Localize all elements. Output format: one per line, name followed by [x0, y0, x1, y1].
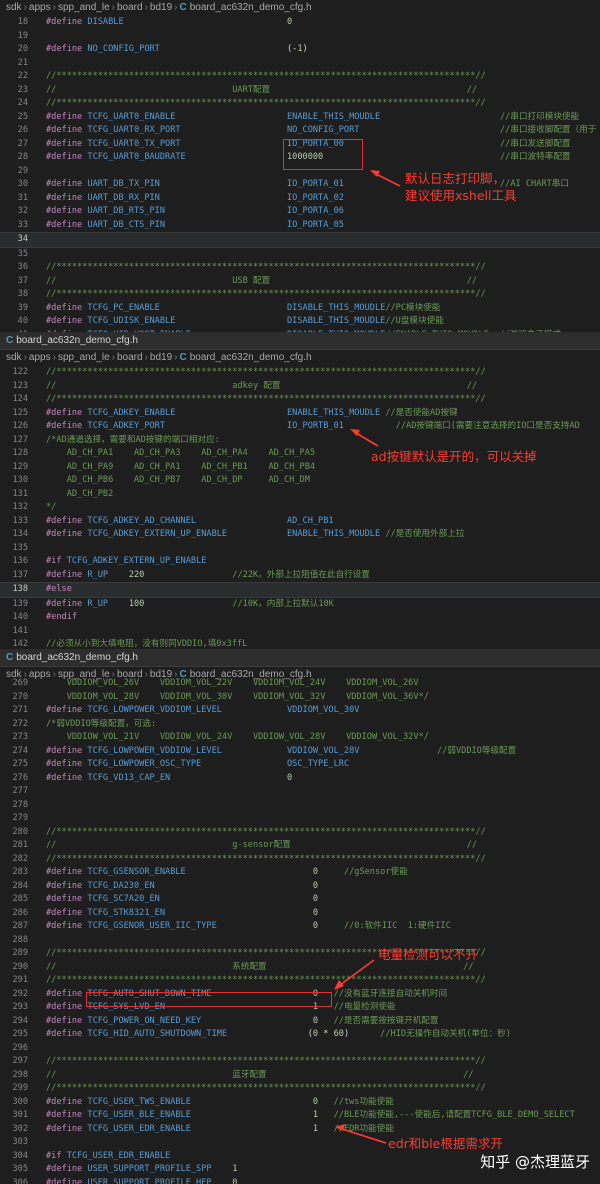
editor-panel-3: Cboard_ac632n_demo_cfg.h sdk › apps › spp_an…	[0, 649, 600, 1184]
arrow-icon	[334, 959, 387, 1144]
editor-panel-2: Cboard_ac632n_demo_cfg.h sdk › apps › spp_an…	[0, 332, 600, 649]
watermark: 知乎 @杰理蓝牙	[480, 1153, 590, 1171]
arrow-icon	[370, 170, 401, 187]
arrow-icon	[350, 429, 379, 447]
editor-panel-1: sdk › apps › spp_and_le › board › bd19 › Cboard_ac…	[0, 0, 600, 332]
